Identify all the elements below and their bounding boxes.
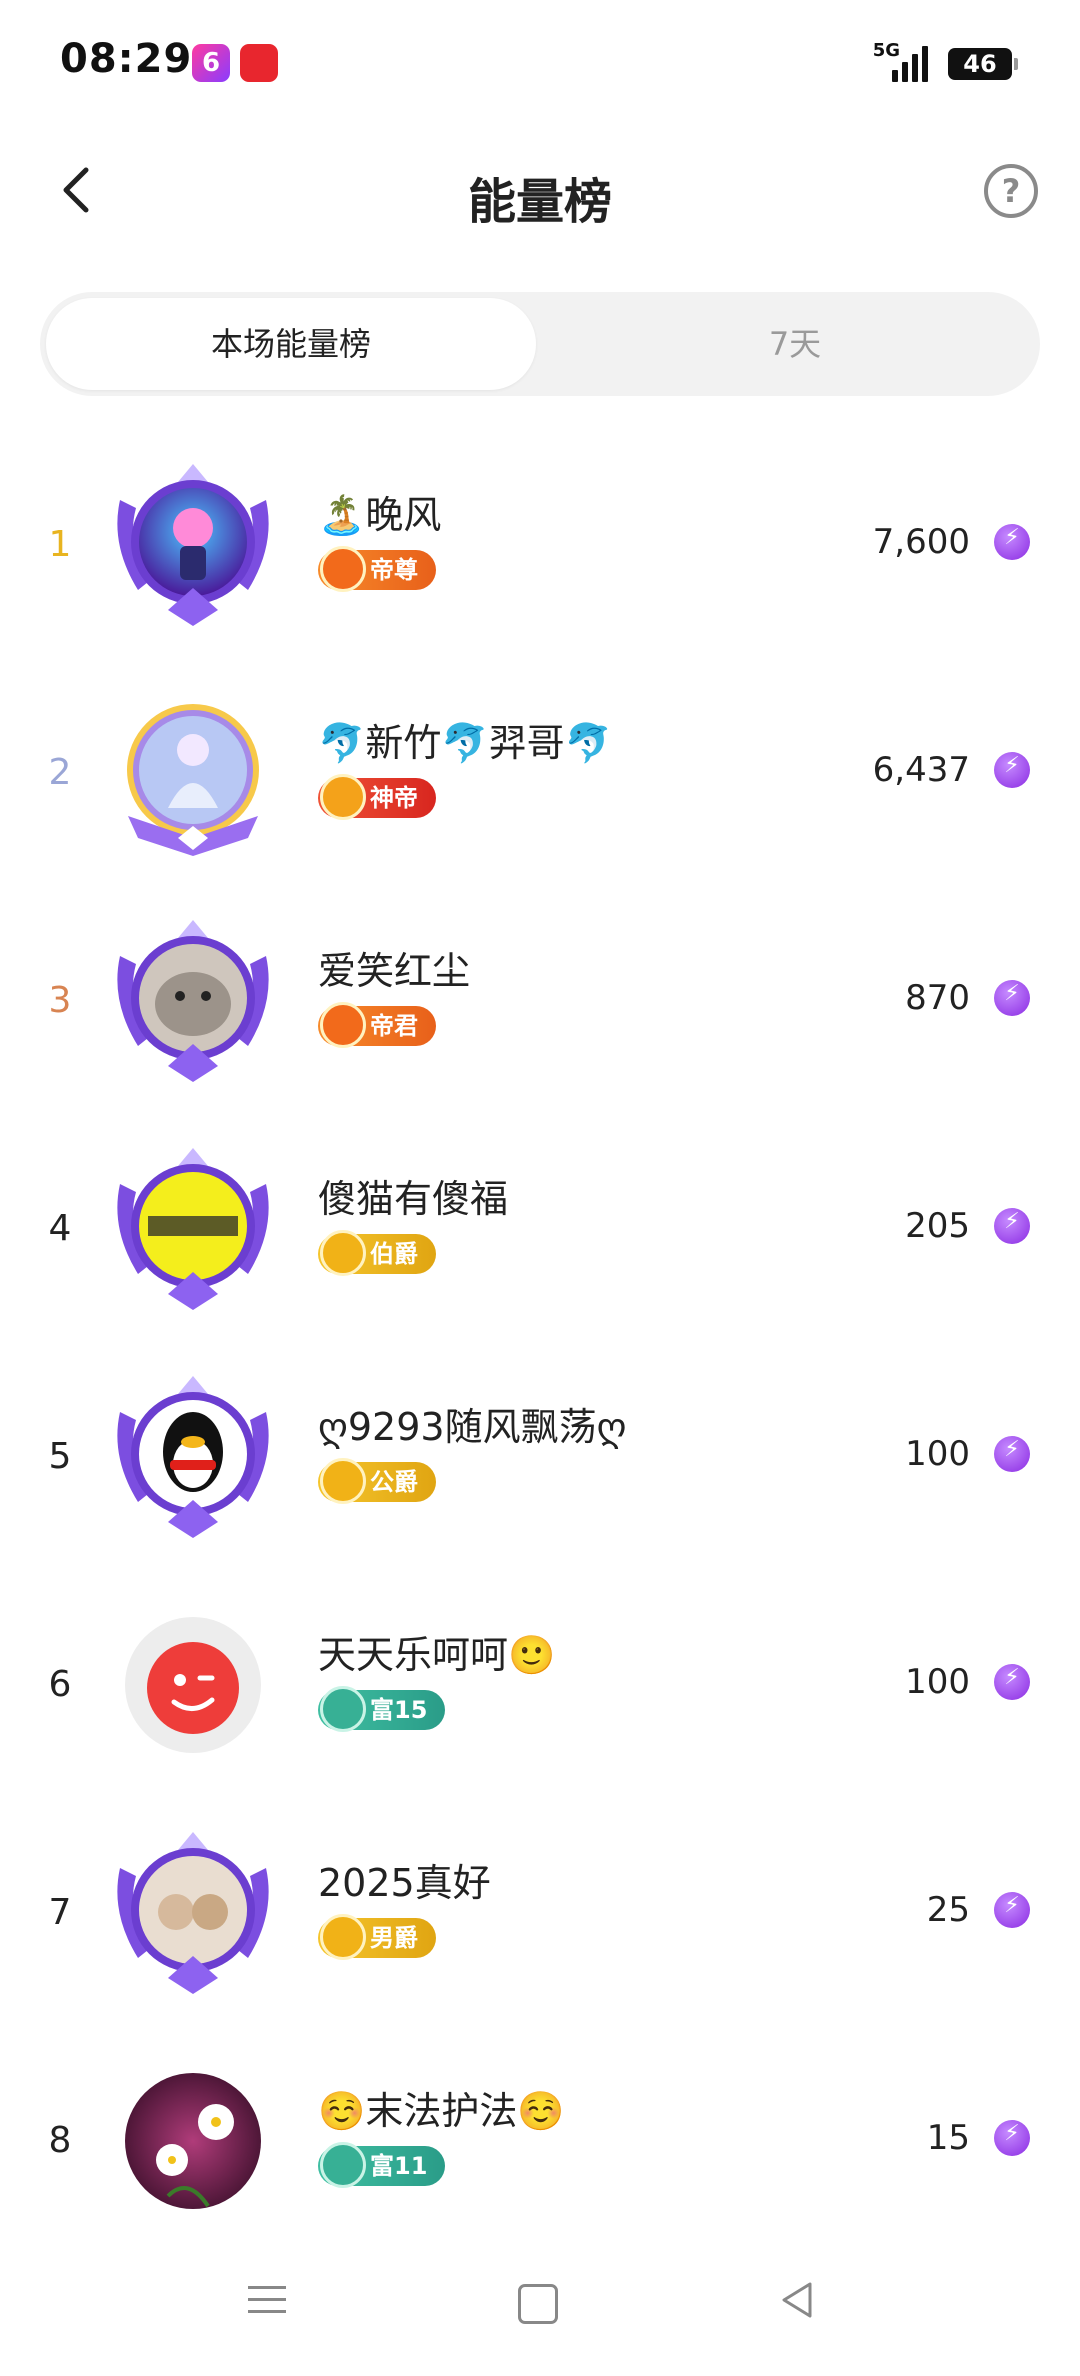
lightning-icon — [994, 980, 1030, 1016]
energy-value: 15 — [926, 2118, 970, 2158]
status-bar: 08:29 6 5G 46 — [0, 0, 1080, 120]
status-time: 08:29 — [60, 36, 193, 82]
user-name: ☺️末法护法☺️ — [318, 2089, 565, 2133]
energy-value: 870 — [905, 978, 970, 1018]
badge-label: 公爵 — [370, 1468, 418, 1496]
level-badge: 帝尊 — [318, 546, 436, 592]
energy-value: 6,437 — [872, 750, 970, 790]
help-button[interactable]: ? — [984, 164, 1038, 218]
signal-icon — [892, 46, 932, 82]
level-badge: 男爵 — [318, 1914, 436, 1960]
user-name: 爱笑红尘 — [318, 949, 471, 993]
rank-number: 5 — [48, 1436, 72, 1477]
shopping-618-icon — [240, 44, 278, 82]
list-item[interactable]: 4 傻猫有傻福 伯爵 205 — [0, 1124, 1080, 1352]
badge-label: 富15 — [370, 1696, 428, 1724]
level-badge: 富15 — [318, 1686, 446, 1732]
lightning-icon — [994, 1208, 1030, 1244]
badge-emblem-icon — [320, 2142, 366, 2188]
level-badge: 富11 — [318, 2142, 446, 2188]
lightning-icon — [994, 752, 1030, 788]
page-title: 能量榜 — [467, 174, 612, 230]
rank-number: 4 — [48, 1208, 72, 1249]
list-item[interactable]: 1 🏝️晚风 帝尊 7,600 — [0, 440, 1080, 668]
avatar[interactable] — [108, 688, 278, 858]
back-triangle-icon[interactable] — [778, 2280, 818, 2320]
badge-label: 男爵 — [370, 1924, 418, 1952]
user-name: 🏝️晚风 — [318, 493, 442, 537]
page-header: 能量榜 ? — [0, 140, 1080, 240]
energy-value: 205 — [905, 1206, 970, 1246]
level-badge: 公爵 — [318, 1458, 436, 1504]
list-item[interactable]: 6 天天乐呵呵🙂 富15 100 — [0, 1580, 1080, 1808]
list-item[interactable]: 3 爱笑红尘 帝君 870 — [0, 896, 1080, 1124]
badge-label: 帝尊 — [370, 556, 418, 584]
list-item[interactable]: 8 ☺️末法护法☺️ 富11 15 — [0, 2036, 1080, 2264]
avatar[interactable] — [108, 916, 278, 1086]
level-badge: 神帝 — [318, 774, 436, 820]
user-name: ღ9293随风飘荡ღ — [318, 1405, 627, 1449]
energy-value: 7,600 — [872, 522, 970, 562]
badge-label: 伯爵 — [370, 1240, 418, 1268]
user-name: 2025真好 — [318, 1861, 491, 1905]
badge-emblem-icon — [320, 1002, 366, 1048]
tab-session-ranking[interactable]: 本场能量榜 — [46, 298, 536, 390]
lightning-icon — [994, 524, 1030, 560]
question-circle-icon: ? — [1001, 172, 1021, 210]
user-name: 🐬新竹🐬羿哥🐬 — [318, 721, 612, 765]
recent-apps-button[interactable] — [248, 2282, 286, 2318]
avatar[interactable] — [108, 1372, 278, 1542]
avatar[interactable] — [108, 2056, 278, 2226]
avatar[interactable] — [108, 1600, 278, 1770]
lightning-icon — [994, 1664, 1030, 1700]
badge-emblem-icon — [320, 1230, 366, 1276]
badge-label: 神帝 — [370, 784, 418, 812]
ranking-list: 1 🏝️晚风 帝尊 7,600 2 — [0, 440, 1080, 2264]
list-item[interactable]: 2 🐬新竹🐬羿哥🐬 神帝 6,437 — [0, 668, 1080, 896]
list-item[interactable]: 5 ღ9293随风飘荡ღ 公爵 100 — [0, 1352, 1080, 1580]
energy-value: 25 — [926, 1890, 970, 1930]
badge-emblem-icon — [320, 546, 366, 592]
level-badge: 帝君 — [318, 1002, 436, 1048]
avatar[interactable] — [108, 1144, 278, 1314]
rank-number: 6 — [48, 1664, 72, 1705]
badge-label: 帝君 — [370, 1012, 418, 1040]
lightning-icon — [994, 2120, 1030, 2156]
rank-number: 2 — [48, 752, 72, 793]
list-item[interactable]: 7 2025真好 男爵 25 — [0, 1808, 1080, 2036]
rank-number: 8 — [48, 2120, 72, 2161]
energy-value: 100 — [905, 1434, 970, 1474]
rank-number: 1 — [48, 524, 72, 565]
user-name: 天天乐呵呵🙂 — [318, 1633, 556, 1677]
avatar[interactable] — [108, 1828, 278, 1998]
rank-number: 3 — [48, 980, 72, 1021]
rank-number: 7 — [48, 1892, 72, 1933]
badge-emblem-icon — [320, 1686, 366, 1732]
tab-7-days[interactable]: 7天 — [560, 298, 1030, 390]
home-button[interactable] — [518, 2284, 558, 2324]
system-nav-bar — [0, 2240, 1080, 2376]
video-app-icon: 6 — [192, 44, 230, 82]
lightning-icon — [994, 1436, 1030, 1472]
battery-indicator: 46 — [948, 48, 1018, 80]
energy-value: 100 — [905, 1662, 970, 1702]
badge-emblem-icon — [320, 1914, 366, 1960]
level-badge: 伯爵 — [318, 1230, 436, 1276]
avatar[interactable] — [108, 460, 278, 630]
badge-label: 富11 — [370, 2152, 428, 2180]
user-name: 傻猫有傻福 — [318, 1177, 509, 1221]
lightning-icon — [994, 1892, 1030, 1928]
badge-emblem-icon — [320, 1458, 366, 1504]
badge-emblem-icon — [320, 774, 366, 820]
tab-switcher: 本场能量榜 7天 — [40, 292, 1040, 396]
